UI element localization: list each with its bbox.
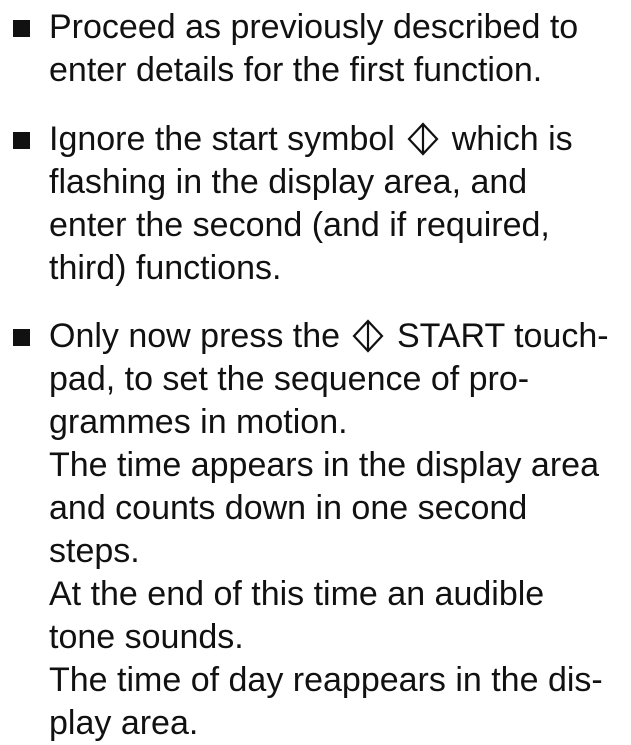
square-bullet-icon bbox=[13, 20, 30, 37]
item1-line2: enter details for the first function. bbox=[49, 51, 543, 89]
item3-line1-before: Only now press the bbox=[49, 317, 341, 355]
item1-line1: Proceed as previously described to bbox=[49, 8, 579, 46]
item2-line1-before: Ignore the start symbol bbox=[49, 120, 395, 158]
square-bullet-icon bbox=[13, 329, 30, 346]
item3-line4: The time appears in the display area bbox=[49, 446, 599, 484]
item3-line6: steps. bbox=[49, 532, 140, 570]
item3-line1-after: START touch- bbox=[396, 317, 609, 355]
item3-line2: pad, to set the sequence of pro- bbox=[49, 360, 530, 398]
item2-line1: Ignore the start symbol which is bbox=[49, 118, 573, 161]
item3-line5: and counts down in one second bbox=[49, 489, 528, 527]
square-bullet-icon bbox=[13, 132, 30, 149]
item3-line3: grammes in motion. bbox=[49, 403, 348, 441]
item2-line2: flashing in the display area, and bbox=[49, 163, 528, 201]
item3-line1: Only now press the START touch- bbox=[49, 315, 609, 358]
item3-line9: The time of day reappears in the dis- bbox=[49, 661, 603, 699]
item2-line4: third) functions. bbox=[49, 249, 282, 287]
start-symbol-icon bbox=[406, 122, 440, 156]
start-symbol-icon bbox=[351, 319, 385, 353]
item2-line3: enter the second (and if required, bbox=[49, 206, 550, 244]
item3-line10: play area. bbox=[49, 704, 199, 742]
item3-line8: tone sounds. bbox=[49, 618, 244, 656]
item3-line7: At the end of this time an audible bbox=[49, 575, 545, 613]
item2-line1-after: which is bbox=[451, 120, 573, 158]
